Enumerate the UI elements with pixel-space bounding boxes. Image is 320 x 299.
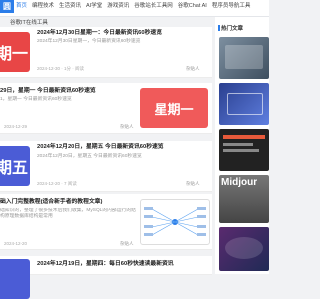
sub-tab-label[interactable]: 谷歌IT在线工具 xyxy=(10,19,48,27)
sidebar-article-thumbnail[interactable] xyxy=(219,83,269,125)
post-title[interactable]: 2024年12月19日，星期四：每日60秒快速读最新资讯 xyxy=(37,260,174,268)
nav-item-home[interactable]: 首页 xyxy=(16,2,27,11)
sidebar-title-marker xyxy=(218,25,220,31)
main-nav: 首页 编程技术 生活资讯 AI学堂 游戏资讯 谷歌站长工具网 谷歌Chat AI… xyxy=(16,2,250,11)
post-title[interactable]: 2024年12月30日星期一：今日最新资讯60秒速览 xyxy=(37,29,162,37)
thumbnail-text: 期一 xyxy=(0,46,28,63)
sidebar-article-thumbnail[interactable] xyxy=(219,129,269,171)
nav-item-dev-tools[interactable]: 程序员导航工具 xyxy=(212,2,251,11)
post-description: 2024年12月20日，星期五 今日最新资讯60秒速览 xyxy=(37,154,142,159)
nav-item-ai[interactable]: AI学堂 xyxy=(86,2,102,11)
thumbnail-text: 期五 xyxy=(0,160,28,177)
sidebar-article-thumbnail[interactable] xyxy=(219,227,269,271)
post-item[interactable]: 期五 2024年12月20日，星期五 今日最新资讯60秒速览 2024年12月2… xyxy=(0,141,212,192)
nav-item-games[interactable]: 游戏资讯 xyxy=(107,2,129,11)
post-title[interactable]: 29日，星期一 今日最新资讯60秒速览 xyxy=(0,87,96,95)
site-logo[interactable]: 圆 xyxy=(0,0,14,13)
nav-item-chat-ai[interactable]: 谷歌Chat AI xyxy=(178,2,207,11)
post-meta: 2024-12-29 xyxy=(4,124,28,129)
post-thumbnail[interactable]: 星期一 xyxy=(140,88,208,128)
post-thumbnail[interactable]: 期一 xyxy=(0,32,30,72)
sidebar-thumbnail-caption: Midjour xyxy=(221,177,258,188)
post-category[interactable]: 杂贴人 xyxy=(120,241,134,247)
post-category[interactable]: 杂贴人 xyxy=(186,66,200,72)
post-description: 1，星期一 今日最新资讯60秒速览 xyxy=(0,97,72,102)
thumbnail-text: 星期一 xyxy=(154,101,194,117)
post-description: 2024年12月30日星期一，今日最新资讯60秒速览 xyxy=(37,39,141,44)
post-meta: 2024-12-20 · 7 阅读 xyxy=(37,181,77,186)
post-thumbnail[interactable] xyxy=(140,199,210,245)
nav-item-programming[interactable]: 编程技术 xyxy=(32,2,54,11)
post-meta: 2024-12-30 · 1分 · 阅读 xyxy=(37,66,85,71)
mindmap-diagram xyxy=(144,207,206,236)
sidebar-article-thumbnail[interactable] xyxy=(219,37,269,79)
post-category[interactable]: 杂贴人 xyxy=(186,181,200,187)
post-item[interactable]: 础入门完整教程(适合新手者的教程文章) 础知识的，整理了很多技术后我们收集，My… xyxy=(0,194,212,250)
post-title[interactable]: 2024年12月20日，星期五 今日最新资讯60秒速览 xyxy=(37,143,164,151)
post-title[interactable]: 础入门完整教程(适合新手者的教程文章) xyxy=(0,198,102,206)
nav-item-google-tools[interactable]: 谷歌站长工具网 xyxy=(134,2,173,11)
sidebar-title: 热门文章 xyxy=(221,26,244,32)
post-thumbnail[interactable]: 期五 xyxy=(0,146,30,186)
sidebar-article-thumbnail[interactable]: Midjour xyxy=(219,175,269,223)
top-navigation-bar: 圆 首页 编程技术 生活资讯 AI学堂 游戏资讯 谷歌站长工具网 谷歌Chat … xyxy=(0,0,269,17)
sidebar: 热门文章 Midjour xyxy=(215,17,269,274)
post-item[interactable]: 期一 2024年12月30日星期一：今日最新资讯60秒速览 2024年12月30… xyxy=(0,27,212,78)
nav-item-life[interactable]: 生活资讯 xyxy=(59,2,81,11)
sub-tab-bar: 谷歌IT在线工具 xyxy=(0,19,212,28)
post-thumbnail[interactable] xyxy=(0,259,30,299)
post-item[interactable]: 29日，星期一 今日最新资讯60秒速览 1，星期一 今日最新资讯60秒速览 星期… xyxy=(0,83,212,134)
post-meta: 2024-12-20 xyxy=(4,241,28,246)
post-category[interactable]: 杂贴人 xyxy=(120,124,134,130)
post-item[interactable]: 2024年12月19日，星期四：每日60秒快速读最新资讯 xyxy=(0,256,212,299)
post-description: 础知识的，整理了很多技术后我们收集，MySQL的内部运行的结构原理数据库结构是常… xyxy=(0,208,136,219)
